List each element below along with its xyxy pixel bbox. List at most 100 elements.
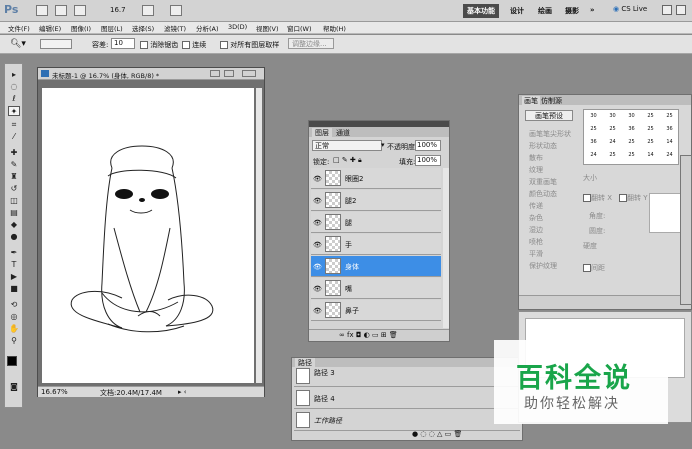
foreground-color-swatch[interactable] [7, 356, 17, 366]
crop-tool-icon[interactable]: ⌗ [8, 120, 20, 130]
document-canvas[interactable] [42, 88, 254, 383]
brush-option[interactable]: 保护纹理 [529, 260, 571, 272]
layer-row[interactable]: 👁︎ 眼圈2 [311, 168, 441, 189]
menu-filter[interactable]: 滤镜(T) [164, 23, 186, 33]
tab-clone-source[interactable]: 仿制源 [539, 96, 564, 106]
brush-tip-size[interactable]: 36 [584, 136, 603, 149]
collapsed-panel-strip[interactable] [680, 155, 692, 305]
tab-layers[interactable]: 图层 [312, 128, 332, 138]
flip-y-checkbox[interactable]: 翻转 Y [619, 193, 648, 203]
menu-view[interactable]: 视图(V) [256, 23, 279, 33]
brush-tip-size[interactable]: 36 [622, 123, 641, 136]
history-brush-tool-icon[interactable]: ↺ [8, 184, 20, 194]
layer-row[interactable]: 👁︎ 腿 [311, 212, 441, 233]
brush-tip-size[interactable]: 30 [584, 110, 603, 123]
restore-button[interactable] [676, 5, 686, 15]
hand-tool-icon[interactable]: ✋ [8, 324, 20, 334]
path-row[interactable]: 路径 4 [294, 388, 520, 409]
brush-option[interactable]: 纹理 [529, 164, 571, 176]
brush-option[interactable]: 传递 [529, 200, 571, 212]
eye-icon[interactable]: 👁︎ [313, 263, 322, 271]
layer-row[interactable]: 👁︎ 手 [311, 234, 441, 255]
layer-action-icons[interactable]: ∞ fx ◘ ◐ ▭ ⊞ 🗑︎ [339, 331, 398, 339]
layer-row-selected[interactable]: 👁︎ 身体 [311, 256, 441, 277]
tab-channels[interactable]: 通道 [333, 128, 353, 138]
brush-tip-size[interactable]: 24 [660, 149, 679, 162]
blend-mode-dropdown[interactable]: 正常 [312, 140, 382, 151]
brush-tip-size[interactable]: 25 [622, 149, 641, 162]
brush-option[interactable]: 杂色 [529, 212, 571, 224]
layer-row[interactable]: 👁︎ 嘴 [311, 278, 441, 299]
shape-tool-icon[interactable]: ■ [8, 284, 20, 294]
zoom-tool-icon[interactable]: ⚲ [8, 336, 20, 346]
menu-analysis[interactable]: 分析(A) [196, 23, 219, 33]
brush-tip-size[interactable]: 25 [641, 123, 660, 136]
mini-bridge-icon[interactable] [55, 5, 67, 16]
brush-tip-size[interactable]: 14 [660, 136, 679, 149]
brush-tip-grid[interactable]: 30 30 30 25 25 25 25 36 25 36 36 24 25 2… [583, 109, 679, 165]
layers-scrollbar[interactable] [443, 168, 449, 328]
path-action-icons[interactable]: ● ◌ ◌ △ ▭ 🗑︎ [412, 430, 462, 438]
eye-icon[interactable]: 👁︎ [313, 307, 322, 315]
path-selection-tool-icon[interactable]: ▶ [8, 272, 20, 282]
selection-mode-buttons[interactable] [40, 39, 72, 49]
doc-minimize-button[interactable] [210, 70, 220, 77]
spacing-checkbox[interactable]: 间距 [583, 263, 605, 273]
antialias-checkbox[interactable]: 消除锯齿 [140, 40, 178, 50]
menu-select[interactable]: 选择(S) [132, 23, 154, 33]
menu-edit[interactable]: 编辑(E) [39, 23, 61, 33]
brush-tip-size[interactable]: 25 [603, 123, 622, 136]
healing-brush-tool-icon[interactable]: ✚ [8, 148, 20, 158]
status-zoom[interactable]: 16.67% [41, 388, 68, 396]
clone-stamp-tool-icon[interactable]: ♜ [8, 172, 20, 182]
refine-edge-button[interactable]: 调整边缘... [288, 38, 334, 49]
eye-icon[interactable]: 👁︎ [313, 285, 322, 293]
fill-input[interactable]: 100% [415, 155, 441, 166]
tolerance-input[interactable]: 10 [111, 38, 135, 49]
brush-tip-size[interactable]: 30 [603, 110, 622, 123]
contiguous-checkbox[interactable]: 连续 [182, 40, 206, 50]
path-row[interactable]: 工作路径 [294, 410, 520, 431]
eye-icon[interactable]: 👁︎ [313, 175, 322, 183]
marquee-tool-icon[interactable]: ◌ [8, 82, 20, 92]
opacity-input[interactable]: 100% [415, 140, 441, 151]
brush-option[interactable]: 形状动态 [529, 140, 571, 152]
3d-rotate-tool-icon[interactable]: ⟲ [8, 300, 20, 310]
quick-mask-icon[interactable]: ◙ [8, 382, 20, 392]
blur-tool-icon[interactable]: ◆ [8, 220, 20, 230]
eye-icon[interactable]: 👁︎ [313, 197, 322, 205]
eye-icon[interactable]: 👁︎ [313, 241, 322, 249]
view-extras-icon[interactable] [74, 5, 86, 16]
brush-tip-size[interactable]: 14 [641, 149, 660, 162]
path-row[interactable]: 路径 3 [294, 366, 520, 387]
eye-icon[interactable]: 👁︎ [313, 219, 322, 227]
brush-option[interactable]: 平滑 [529, 248, 571, 260]
layer-row[interactable]: 👁︎ 腿2 [311, 190, 441, 211]
menu-layer[interactable]: 图层(L) [101, 23, 123, 33]
cs-live-button[interactable]: ◉ CS Live [613, 5, 647, 13]
brush-tip-size[interactable]: 25 [641, 136, 660, 149]
flip-x-checkbox[interactable]: 翻转 X [583, 193, 612, 203]
3d-orbit-tool-icon[interactable]: ◎ [8, 312, 20, 322]
eraser-tool-icon[interactable]: ◫ [8, 196, 20, 206]
workspace-painting[interactable]: 绘画 [534, 4, 556, 18]
type-tool-icon[interactable]: T [8, 260, 20, 270]
menu-3d[interactable]: 3D(D) [228, 23, 247, 31]
pen-tool-icon[interactable]: ✒ [8, 248, 20, 258]
brush-tip-size[interactable]: 24 [584, 149, 603, 162]
brush-tip-size[interactable]: 30 [622, 110, 641, 123]
doc-maximize-button[interactable] [224, 70, 234, 77]
vertical-scrollbar[interactable] [256, 88, 262, 383]
brush-angle-preview[interactable] [649, 193, 683, 233]
brush-option[interactable]: 散布 [529, 152, 571, 164]
brush-option[interactable]: 喷枪 [529, 236, 571, 248]
workspace-design[interactable]: 设计 [506, 4, 528, 18]
lasso-tool-icon[interactable]: ℓ [8, 94, 20, 104]
magic-wand-tool-icon[interactable]: ✦ [8, 106, 20, 116]
menu-image[interactable]: 图像(I) [71, 23, 91, 33]
gradient-tool-icon[interactable]: ▤ [8, 208, 20, 218]
screen-mode-icon[interactable] [170, 5, 182, 16]
bridge-icon[interactable] [36, 5, 48, 16]
brush-tip-size[interactable]: 25 [622, 136, 641, 149]
brush-tool-icon[interactable]: ✎ [8, 160, 20, 170]
